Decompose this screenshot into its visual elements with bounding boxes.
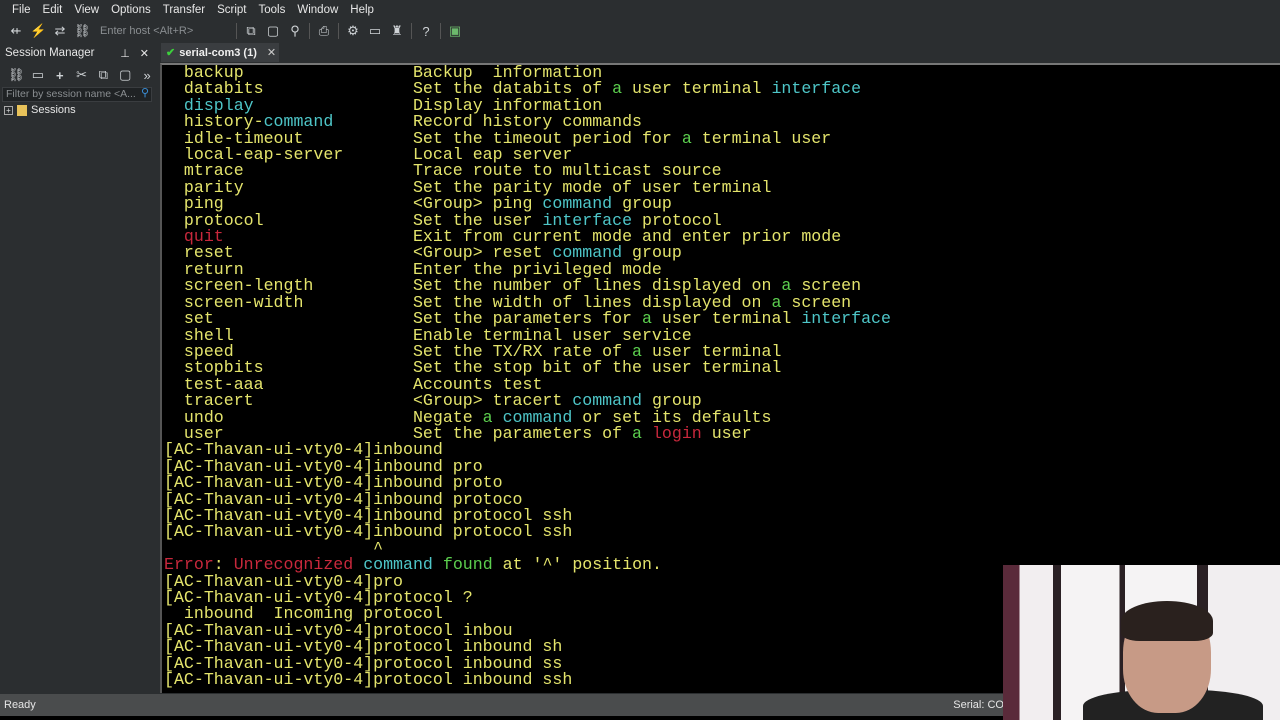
webcam-person-hair	[1121, 601, 1213, 641]
menu-tools[interactable]: Tools	[253, 4, 292, 16]
terminal-text: a	[681, 128, 692, 148]
expand-icon[interactable]: +	[4, 105, 13, 115]
menu-transfer[interactable]: Transfer	[157, 4, 211, 16]
terminal-output: backup Backup information databits Set t…	[164, 65, 891, 688]
cut-icon[interactable]: ✂	[74, 67, 90, 83]
menu-file[interactable]: File	[6, 4, 37, 16]
window-icon[interactable]: ▭	[30, 67, 46, 83]
session-manager-toolbar: ⛓ ▭ + ✂ ⧉ ▢ »	[0, 64, 155, 86]
pin-icon[interactable]: ⊥	[120, 47, 130, 60]
quick-connect-icon[interactable]: ⚡	[30, 23, 46, 39]
sftp-icon[interactable]: ▣	[447, 23, 463, 39]
terminal-text: [AC-Thavan-ui-vty0-4]protocol inbound ss…	[164, 670, 573, 690]
webcam-overlay	[1003, 565, 1280, 720]
close-tab-icon[interactable]: ✕	[267, 46, 276, 59]
session-filter-input[interactable]: Filter by session name <A... ⚲	[2, 87, 152, 102]
tab-serial-com3[interactable]: ✔ serial-com3 (1) ✕	[161, 43, 279, 62]
paste-icon[interactable]: ▢	[265, 23, 281, 39]
terminal-text: found	[442, 555, 493, 575]
disconnect-icon[interactable]: ⛓	[74, 23, 91, 39]
terminal-text: a	[612, 79, 623, 99]
keymap-icon[interactable]: ▭	[367, 23, 383, 39]
toolbar: ⇷ ⚡ ⇄ ⛓ Enter host <Alt+R> ⧉ ▢ ⚲ ⎙ ⚙ ▭ ♜…	[0, 20, 1280, 42]
more-icon[interactable]: »	[139, 68, 155, 83]
print-icon[interactable]: ⎙	[316, 23, 332, 39]
separator	[309, 23, 310, 39]
copy-icon[interactable]: ⧉	[95, 67, 111, 83]
folder-icon	[17, 104, 27, 116]
connected-check-icon: ✔	[166, 47, 176, 59]
tree-item-sessions[interactable]: + Sessions	[4, 104, 76, 116]
key-icon[interactable]: ♜	[389, 23, 405, 39]
terminal-text: user	[701, 423, 752, 443]
add-session-icon[interactable]: +	[52, 68, 68, 83]
terminal-line: [AC-Thavan-ui-vty0-4]protocol inbound ss…	[164, 670, 891, 690]
host-input[interactable]: Enter host <Alt+R>	[100, 25, 230, 37]
menu-script[interactable]: Script	[211, 4, 252, 16]
reconnect-icon[interactable]: ⇄	[52, 23, 68, 39]
search-icon[interactable]: ⚲	[141, 87, 149, 100]
tab-label: serial-com3 (1)	[179, 46, 257, 59]
connect-icon[interactable]: ⇷	[8, 23, 24, 39]
terminal-text: interface	[771, 79, 862, 99]
filter-placeholder: Filter by session name <A...	[6, 88, 136, 100]
separator	[411, 23, 412, 39]
connection-info: Serial: CO	[953, 699, 1004, 711]
terminal-text: user terminal	[622, 79, 772, 99]
terminal-text: at '^' position.	[492, 555, 662, 575]
status-text: Ready	[4, 699, 36, 711]
settings-icon[interactable]: ⚙	[345, 23, 361, 39]
session-manager-header: Session Manager ⊥ ✕	[0, 44, 155, 62]
tree-item-label: Sessions	[31, 104, 76, 116]
menu-window[interactable]: Window	[291, 4, 344, 16]
link-icon[interactable]: ⛓	[8, 67, 25, 83]
menu-bar: File Edit View Options Transfer Script T…	[0, 0, 1280, 20]
terminal-text: interface	[801, 309, 891, 329]
paste-icon[interactable]: ▢	[117, 67, 133, 83]
terminal-text: a	[632, 423, 642, 443]
session-manager-title: Session Manager	[5, 47, 95, 59]
menu-view[interactable]: View	[68, 4, 105, 16]
menu-edit[interactable]: Edit	[37, 4, 69, 16]
separator	[236, 23, 237, 39]
terminal-text: login	[651, 423, 702, 443]
close-icon[interactable]: ✕	[140, 47, 149, 60]
terminal-text: terminal user	[691, 128, 832, 148]
separator	[440, 23, 441, 39]
separator	[338, 23, 339, 39]
copy-icon[interactable]: ⧉	[243, 23, 259, 39]
find-icon[interactable]: ⚲	[287, 23, 303, 39]
help-icon[interactable]: ?	[418, 24, 434, 39]
menu-help[interactable]: Help	[344, 4, 380, 16]
menu-options[interactable]: Options	[105, 4, 157, 16]
